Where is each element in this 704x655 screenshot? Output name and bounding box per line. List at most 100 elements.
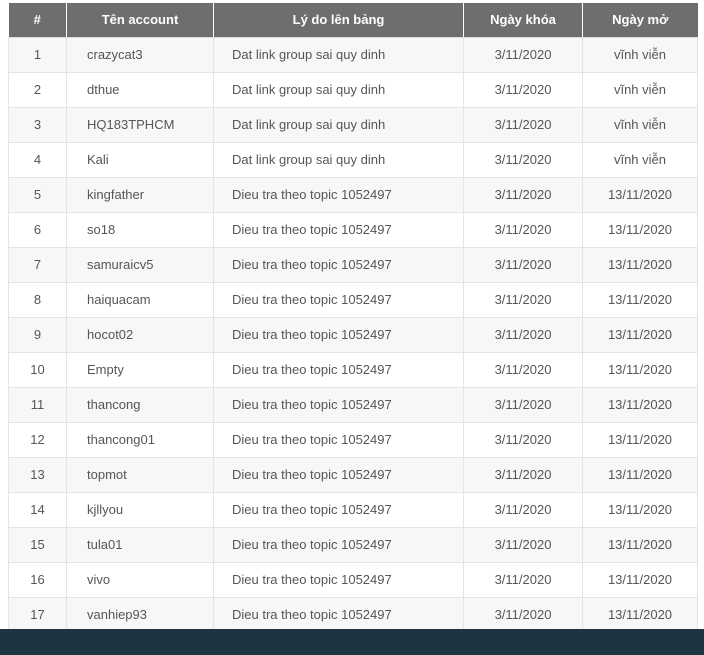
cell-index: 11 bbox=[9, 387, 67, 422]
table-row: 6 so18 Dieu tra theo topic 1052497 3/11/… bbox=[9, 212, 698, 247]
cell-lock-date: 3/11/2020 bbox=[464, 72, 583, 107]
table-row: 5 kingfather Dieu tra theo topic 1052497… bbox=[9, 177, 698, 212]
column-header-reason: Lý do lên bảng bbox=[214, 3, 464, 37]
table-row: 4 Kali Dat link group sai quy dinh 3/11/… bbox=[9, 142, 698, 177]
cell-index: 17 bbox=[9, 597, 67, 632]
cell-open-date: 13/11/2020 bbox=[583, 212, 698, 247]
cell-open-date: vĩnh viễn bbox=[583, 72, 698, 107]
cell-open-date: 13/11/2020 bbox=[583, 457, 698, 492]
cell-index: 4 bbox=[9, 142, 67, 177]
table-row: 2 dthue Dat link group sai quy dinh 3/11… bbox=[9, 72, 698, 107]
cell-lock-date: 3/11/2020 bbox=[464, 282, 583, 317]
cell-index: 12 bbox=[9, 422, 67, 457]
cell-index: 5 bbox=[9, 177, 67, 212]
table-row: 12 thancong01 Dieu tra theo topic 105249… bbox=[9, 422, 698, 457]
cell-reason: Dat link group sai quy dinh bbox=[214, 107, 464, 142]
cell-reason: Dieu tra theo topic 1052497 bbox=[214, 562, 464, 597]
table-row: 1 crazycat3 Dat link group sai quy dinh … bbox=[9, 37, 698, 72]
cell-reason: Dieu tra theo topic 1052497 bbox=[214, 422, 464, 457]
cell-reason: Dat link group sai quy dinh bbox=[214, 37, 464, 72]
table-row: 17 vanhiep93 Dieu tra theo topic 1052497… bbox=[9, 597, 698, 632]
table-row: 13 topmot Dieu tra theo topic 1052497 3/… bbox=[9, 457, 698, 492]
cell-open-date: vĩnh viễn bbox=[583, 142, 698, 177]
cell-lock-date: 3/11/2020 bbox=[464, 317, 583, 352]
cell-reason: Dieu tra theo topic 1052497 bbox=[214, 177, 464, 212]
cell-reason: Dieu tra theo topic 1052497 bbox=[214, 492, 464, 527]
cell-open-date: 13/11/2020 bbox=[583, 247, 698, 282]
table-row: 15 tula01 Dieu tra theo topic 1052497 3/… bbox=[9, 527, 698, 562]
column-header-index: # bbox=[9, 3, 67, 37]
table-row: 11 thancong Dieu tra theo topic 1052497 … bbox=[9, 387, 698, 422]
cell-reason: Dat link group sai quy dinh bbox=[214, 142, 464, 177]
cell-reason: Dat link group sai quy dinh bbox=[214, 72, 464, 107]
cell-reason: Dieu tra theo topic 1052497 bbox=[214, 597, 464, 632]
cell-reason: Dieu tra theo topic 1052497 bbox=[214, 457, 464, 492]
column-header-account: Tên account bbox=[67, 3, 214, 37]
table-row: 16 vivo Dieu tra theo topic 1052497 3/11… bbox=[9, 562, 698, 597]
table-body: 1 crazycat3 Dat link group sai quy dinh … bbox=[9, 37, 698, 632]
cell-account: haiquacam bbox=[67, 282, 214, 317]
cell-account: kingfather bbox=[67, 177, 214, 212]
cell-account: crazycat3 bbox=[67, 37, 214, 72]
cell-account: HQ183TPHCM bbox=[67, 107, 214, 142]
cell-lock-date: 3/11/2020 bbox=[464, 107, 583, 142]
cell-open-date: 13/11/2020 bbox=[583, 562, 698, 597]
cell-open-date: 13/11/2020 bbox=[583, 422, 698, 457]
table-row: 14 kjllyou Dieu tra theo topic 1052497 3… bbox=[9, 492, 698, 527]
cell-account: kjllyou bbox=[67, 492, 214, 527]
cell-index: 14 bbox=[9, 492, 67, 527]
cell-lock-date: 3/11/2020 bbox=[464, 457, 583, 492]
cell-reason: Dieu tra theo topic 1052497 bbox=[214, 282, 464, 317]
cell-reason: Dieu tra theo topic 1052497 bbox=[214, 317, 464, 352]
cell-index: 1 bbox=[9, 37, 67, 72]
cell-reason: Dieu tra theo topic 1052497 bbox=[214, 247, 464, 282]
cell-open-date: 13/11/2020 bbox=[583, 317, 698, 352]
cell-account: vivo bbox=[67, 562, 214, 597]
cell-lock-date: 3/11/2020 bbox=[464, 142, 583, 177]
cell-lock-date: 3/11/2020 bbox=[464, 37, 583, 72]
table-header-row: # Tên account Lý do lên bảng Ngày khóa N… bbox=[9, 3, 698, 37]
page: # Tên account Lý do lên bảng Ngày khóa N… bbox=[0, 0, 704, 655]
cell-reason: Dieu tra theo topic 1052497 bbox=[214, 212, 464, 247]
footer-bar bbox=[0, 629, 704, 655]
cell-lock-date: 3/11/2020 bbox=[464, 352, 583, 387]
cell-open-date: 13/11/2020 bbox=[583, 527, 698, 562]
table-row: 10 Empty Dieu tra theo topic 1052497 3/1… bbox=[9, 352, 698, 387]
cell-lock-date: 3/11/2020 bbox=[464, 247, 583, 282]
cell-index: 3 bbox=[9, 107, 67, 142]
cell-reason: Dieu tra theo topic 1052497 bbox=[214, 352, 464, 387]
cell-account: dthue bbox=[67, 72, 214, 107]
cell-lock-date: 3/11/2020 bbox=[464, 422, 583, 457]
cell-open-date: 13/11/2020 bbox=[583, 492, 698, 527]
cell-index: 8 bbox=[9, 282, 67, 317]
cell-account: Empty bbox=[67, 352, 214, 387]
cell-index: 15 bbox=[9, 527, 67, 562]
column-header-lock-date: Ngày khóa bbox=[464, 3, 583, 37]
cell-account: thancong bbox=[67, 387, 214, 422]
cell-index: 6 bbox=[9, 212, 67, 247]
cell-open-date: 13/11/2020 bbox=[583, 177, 698, 212]
cell-open-date: vĩnh viễn bbox=[583, 37, 698, 72]
cell-lock-date: 3/11/2020 bbox=[464, 387, 583, 422]
cell-lock-date: 3/11/2020 bbox=[464, 597, 583, 632]
cell-index: 2 bbox=[9, 72, 67, 107]
cell-account: thancong01 bbox=[67, 422, 214, 457]
table-row: 7 samuraicv5 Dieu tra theo topic 1052497… bbox=[9, 247, 698, 282]
cell-open-date: 13/11/2020 bbox=[583, 282, 698, 317]
cell-index: 9 bbox=[9, 317, 67, 352]
cell-lock-date: 3/11/2020 bbox=[464, 492, 583, 527]
cell-open-date: 13/11/2020 bbox=[583, 597, 698, 632]
cell-lock-date: 3/11/2020 bbox=[464, 177, 583, 212]
cell-account: topmot bbox=[67, 457, 214, 492]
table-header: # Tên account Lý do lên bảng Ngày khóa N… bbox=[9, 3, 698, 37]
cell-index: 10 bbox=[9, 352, 67, 387]
banned-accounts-table: # Tên account Lý do lên bảng Ngày khóa N… bbox=[8, 3, 698, 633]
table-row: 8 haiquacam Dieu tra theo topic 1052497 … bbox=[9, 282, 698, 317]
cell-account: hocot02 bbox=[67, 317, 214, 352]
cell-reason: Dieu tra theo topic 1052497 bbox=[214, 387, 464, 422]
cell-account: samuraicv5 bbox=[67, 247, 214, 282]
cell-lock-date: 3/11/2020 bbox=[464, 527, 583, 562]
cell-reason: Dieu tra theo topic 1052497 bbox=[214, 527, 464, 562]
cell-index: 13 bbox=[9, 457, 67, 492]
cell-account: vanhiep93 bbox=[67, 597, 214, 632]
